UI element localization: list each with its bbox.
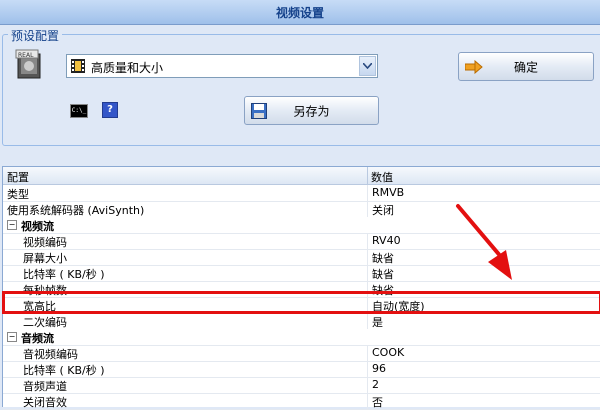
red-annotation-arrow: [456, 204, 512, 280]
